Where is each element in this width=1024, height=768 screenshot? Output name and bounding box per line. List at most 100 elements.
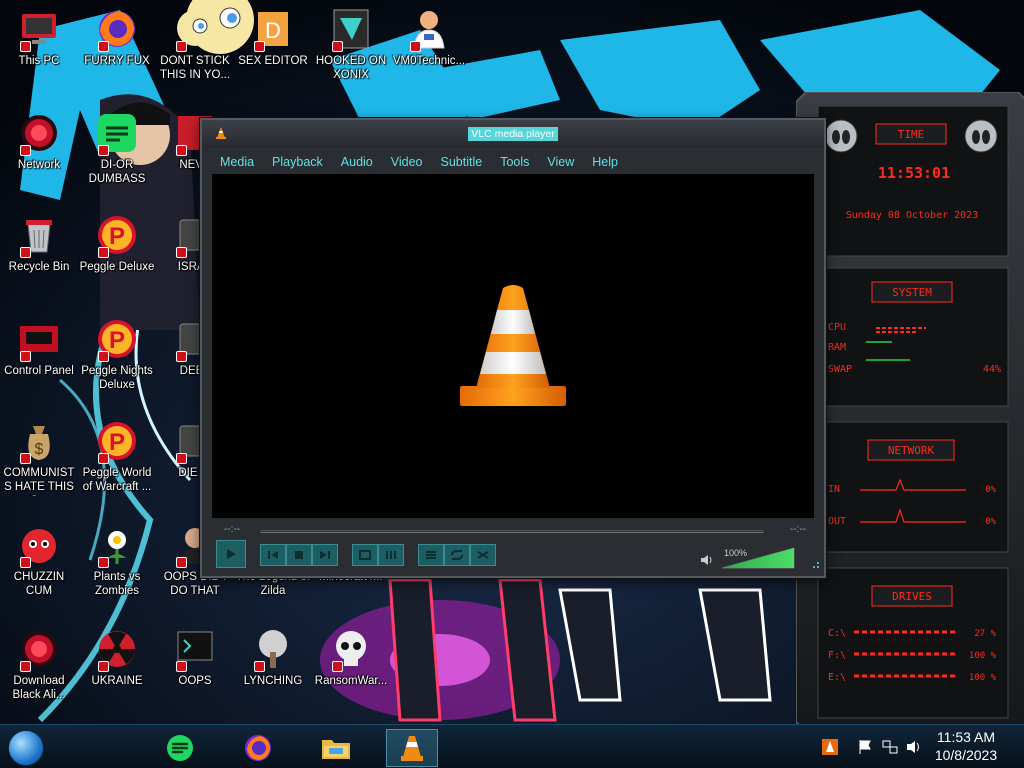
desktop-icon-label: This PC: [18, 55, 60, 67]
desktop-icon-label: Control Panel: [4, 365, 74, 377]
video-area[interactable]: [212, 174, 814, 518]
svg-text:P: P: [109, 327, 125, 354]
resize-grip[interactable]: [812, 560, 820, 572]
next-button[interactable]: [312, 544, 338, 566]
start-button[interactable]: [8, 730, 44, 766]
peggle-icon: P: [94, 418, 140, 464]
desktop-icon[interactable]: RansomWar...: [312, 620, 390, 688]
vlc-tray-icon[interactable]: [822, 739, 838, 758]
desktop-icon-label: Recycle Bin: [8, 261, 70, 273]
gadget-drive-e-label: E:\: [828, 672, 846, 683]
shuffle-button[interactable]: [470, 544, 496, 566]
gadget-net-out-label: OUT: [828, 516, 846, 527]
peggle-icon: P: [94, 212, 140, 258]
desktop-icon[interactable]: OOPS: [156, 620, 234, 688]
vlc-titlebar[interactable]: VLC media player: [202, 120, 824, 148]
play-button[interactable]: [216, 540, 246, 568]
desktop-icon[interactable]: VM0Technic...: [390, 0, 468, 68]
taskbar-firefox[interactable]: [232, 729, 284, 767]
desktop-icon-label: OOPS: [178, 675, 212, 687]
menu-view[interactable]: View: [537, 155, 582, 169]
gadget-net-out-value: 0%: [985, 517, 996, 527]
desktop-icon[interactable]: D SEX EDITOR: [234, 0, 312, 68]
gadget-swap-label: SWAP: [828, 364, 852, 375]
menu-help[interactable]: Help: [582, 155, 626, 169]
menu-video[interactable]: Video: [381, 155, 431, 169]
shortcut-badge-icon: [98, 145, 109, 156]
vlc-window[interactable]: VLC media player Media Playback Audio Vi…: [200, 118, 826, 578]
shortcut-badge-icon: [98, 247, 109, 258]
menu-audio[interactable]: Audio: [331, 155, 381, 169]
desktop-icon[interactable]: Control Panel: [0, 310, 78, 378]
desktop-icon[interactable]: DONT STICK THIS IN YO...: [156, 0, 234, 82]
playback-controls: 100%: [212, 540, 814, 572]
taskbar-notes-app[interactable]: [154, 729, 206, 767]
plant-icon: [94, 522, 140, 568]
desktop-icon[interactable]: P Peggle Nights Deluxe: [78, 310, 156, 392]
alienware-orb-icon: [16, 110, 62, 156]
money-bag-icon: $: [16, 418, 62, 464]
menu-tools[interactable]: Tools: [490, 155, 537, 169]
vlc-menubar: Media Playback Audio Video Subtitle Tool…: [210, 152, 814, 172]
desktop-icon[interactable]: P Peggle Deluxe: [78, 206, 156, 274]
desktop-icon-label: Download Black Ali...: [12, 675, 66, 701]
loop-button[interactable]: [444, 544, 470, 566]
network-tray-icon[interactable]: [882, 739, 898, 758]
svg-text:$: $: [35, 441, 44, 458]
shortcut-badge-icon: [20, 247, 31, 258]
desktop-icon[interactable]: FURRY FUX: [78, 0, 156, 68]
desktop-icon[interactable]: P Peggle World of Warcraft ...: [78, 412, 156, 494]
desktop-icon[interactable]: This PC: [0, 0, 78, 68]
desktop-icon[interactable]: UKRAINE: [78, 620, 156, 688]
taskbar-file-explorer[interactable]: [310, 729, 362, 767]
gadget-drive-f-value: 100 %: [969, 651, 997, 661]
desktop-icon-label: FURRY FUX: [84, 55, 150, 67]
shortcut-badge-icon: [176, 661, 187, 672]
fullscreen-button[interactable]: [352, 544, 378, 566]
desktop-icon[interactable]: Recycle Bin: [0, 206, 78, 274]
speaker-icon[interactable]: [700, 554, 714, 569]
peggle-icon: P: [94, 316, 140, 362]
gadget-drives-title: DRIVES: [892, 590, 932, 603]
file-explorer-icon: [322, 740, 350, 759]
control-panel-icon: [16, 316, 62, 362]
desktop-icon-label: Peggle Deluxe: [79, 261, 155, 273]
desktop-icon-label: COMMUNISTS HATE THIS G...: [3, 467, 75, 496]
taskbar-vlc[interactable]: [386, 729, 438, 767]
desktop-icon[interactable]: DI-OR DUMBASS: [78, 104, 156, 186]
extended-settings-button[interactable]: [378, 544, 404, 566]
taskbar-clock-time[interactable]: 11:53 AM: [926, 729, 1006, 745]
shortcut-badge-icon: [254, 41, 265, 52]
playlist-button[interactable]: [418, 544, 444, 566]
desktop-icon[interactable]: Plants vs Zombies: [78, 516, 156, 598]
gadget-cpu-label: CPU: [828, 322, 846, 333]
menu-subtitle[interactable]: Subtitle: [431, 155, 491, 169]
shortcut-badge-icon: [176, 351, 187, 362]
desktop-icon[interactable]: Download Black Ali...: [0, 620, 78, 702]
menu-media[interactable]: Media: [210, 155, 262, 169]
seek-track[interactable]: [260, 530, 764, 533]
volume-slider[interactable]: [720, 544, 796, 573]
previous-button[interactable]: [260, 544, 286, 566]
svg-text:D: D: [265, 18, 281, 43]
vlc-cone-logo: [454, 282, 572, 413]
desktop-icon[interactable]: Network: [0, 104, 78, 172]
volume-tray-icon[interactable]: [906, 739, 922, 758]
menu-playback[interactable]: Playback: [262, 155, 331, 169]
desktop-icon[interactable]: HOOKED ON XONIX: [312, 0, 390, 82]
flag-icon[interactable]: [858, 739, 872, 758]
shortcut-badge-icon: [20, 145, 31, 156]
shortcut-badge-icon: [410, 41, 421, 52]
stop-button[interactable]: [286, 544, 312, 566]
desktop-icon[interactable]: $ COMMUNISTS HATE THIS G...: [0, 412, 78, 496]
shortcut-badge-icon: [20, 351, 31, 362]
desktop-icon[interactable]: LYNCHING: [234, 620, 312, 688]
seek-bar[interactable]: --:-- --:--: [212, 524, 814, 538]
desktop-icon[interactable]: CHUZZIN CUM: [0, 516, 78, 598]
desktop-icon-label: CHUZZIN CUM: [13, 571, 65, 597]
system-monitor-gadget: TIME 11:53:01 Sunday 08 October 2023 SYS…: [795, 91, 1024, 733]
taskbar-clock-date[interactable]: 10/8/2023: [926, 747, 1006, 763]
svg-text:P: P: [109, 429, 125, 456]
taskbar: 11:53 AM 10/8/2023: [0, 724, 1024, 768]
desktop-icon-label: HOOKED ON XONIX: [315, 55, 387, 81]
